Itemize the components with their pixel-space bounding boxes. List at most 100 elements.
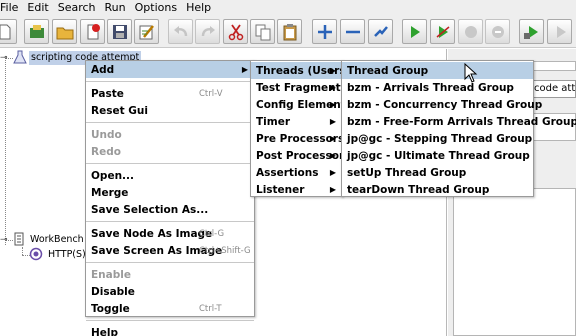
save-button[interactable] [107, 19, 132, 44]
threads-submenu: Thread Group bzm - Arrivals Thread Group… [341, 60, 576, 198]
menu-file[interactable]: File [0, 1, 23, 15]
expand-icon [317, 24, 332, 39]
menu-item-label: Paste [91, 87, 124, 100]
submenu-item-post-processors[interactable]: Post Processors ▶ [251, 147, 350, 164]
menu-item-label: Merge [91, 186, 129, 199]
submenu-item-concurrency-thread-group[interactable]: bzm - Concurrency Thread Group [342, 96, 542, 113]
stop-icon [464, 25, 477, 38]
menu-item-save-selection-as[interactable]: Save Selection As... [86, 201, 254, 218]
menu-item-paste[interactable]: Paste Ctrl-V [86, 85, 254, 102]
submenu-item-config-element[interactable]: Config Element ▶ [251, 96, 346, 113]
menu-item-label: Open... [91, 169, 135, 182]
menu-item-label: jp@gc - Ultimate Thread Group [347, 149, 530, 162]
menu-item-merge[interactable]: Merge [86, 184, 254, 201]
submenu-item-timer[interactable]: Timer ▶ [251, 113, 342, 130]
expand-handle-icon[interactable]: ⊸ [0, 53, 10, 63]
menu-edit[interactable]: Edit [27, 1, 53, 15]
cut-button[interactable] [223, 19, 248, 44]
menu-search[interactable]: Search [58, 1, 101, 15]
menu-help[interactable]: Help [186, 1, 216, 15]
toggle-button[interactable] [368, 19, 393, 44]
paste-icon [283, 23, 296, 40]
menu-item-shortcut: Ctrl-V [199, 88, 223, 99]
menu-item-help[interactable]: Help [86, 324, 254, 336]
expand-all-button[interactable] [312, 19, 337, 44]
menu-item-disable[interactable]: Disable [86, 283, 254, 300]
menu-item-label: Reset Gui [91, 104, 148, 117]
paste-button[interactable] [277, 19, 302, 44]
menu-item-label: Test Fragment [256, 81, 341, 94]
submenu-item-free-form-arrivals-thread-group[interactable]: bzm - Free-Form Arrivals Thread Group [342, 113, 576, 130]
menu-item-open[interactable]: Open... [86, 167, 254, 184]
close-button[interactable] [80, 19, 105, 44]
menu-item-label: Threads (Users) [256, 64, 351, 77]
menu-item-reset-gui[interactable]: Reset Gui [86, 102, 254, 119]
undo-icon [173, 25, 187, 36]
submenu-item-pre-processors[interactable]: Pre Processors ▶ [251, 130, 344, 147]
menu-item-label: Toggle [91, 302, 130, 315]
menu-item-add[interactable]: Add ▶ [86, 61, 254, 78]
menu-item-label: jp@gc - Stepping Thread Group [347, 132, 533, 145]
expand-handle-icon[interactable]: ⊸ [0, 235, 10, 245]
collapse-all-button[interactable] [340, 19, 365, 44]
toggle-icon [373, 25, 388, 37]
stop-button[interactable] [458, 19, 483, 44]
menu-item-label: bzm - Concurrency Thread Group [347, 98, 543, 111]
menu-item-label: Thread Group [347, 64, 429, 77]
test-plan-icon [13, 50, 27, 67]
recorder-icon [29, 247, 43, 264]
submenu-item-stepping-thread-group[interactable]: jp@gc - Stepping Thread Group [342, 130, 533, 147]
submenu-item-ultimate-thread-group[interactable]: jp@gc - Ultimate Thread Group [342, 147, 533, 164]
start-button[interactable] [402, 19, 427, 44]
remote-stop-button[interactable] [547, 19, 572, 44]
start-no-pauses-button[interactable] [430, 19, 455, 44]
submenu-item-threads-users[interactable]: Threads (Users) ▶ [251, 62, 350, 79]
submenu-item-test-fragment[interactable]: Test Fragment ▶ [251, 79, 342, 96]
remote-start-button[interactable] [519, 19, 544, 44]
submenu-arrow-icon: ▶ [329, 66, 336, 75]
menu-item-label: Enable [91, 268, 131, 281]
submenu-item-setup-thread-group[interactable]: setUp Thread Group [342, 164, 533, 181]
menu-separator [86, 81, 254, 82]
new-button[interactable] [0, 19, 17, 44]
menu-item-shortcut: Ctrl-T [199, 303, 222, 314]
copy-button[interactable] [250, 19, 275, 44]
submenu-item-teardown-thread-group[interactable]: tearDown Thread Group [342, 181, 533, 198]
submenu-arrow-icon: ▶ [329, 151, 336, 160]
name-field[interactable]: code atte [530, 80, 576, 98]
templates-button[interactable] [24, 19, 49, 44]
menu-item-label: bzm - Arrivals Thread Group [347, 81, 514, 94]
toolbar [0, 16, 576, 48]
menu-item-label: Save Selection As... [91, 203, 209, 216]
shutdown-button[interactable] [485, 19, 510, 44]
cut-icon [228, 23, 243, 40]
collapse-icon [345, 30, 360, 33]
menu-item-toggle[interactable]: Toggle Ctrl-T [86, 300, 254, 317]
menu-item-save-screen-as-image[interactable]: Save Screen As Image Ctrl+Shift-G [86, 242, 254, 259]
menu-separator [86, 122, 254, 123]
menu-item-save-node-as-image[interactable]: Save Node As Image Ctrl-G [86, 225, 254, 242]
save-as-button[interactable] [134, 19, 159, 44]
undo-button[interactable] [168, 19, 193, 44]
menu-item-undo[interactable]: Undo [86, 126, 254, 143]
submenu-item-assertions[interactable]: Assertions ▶ [251, 164, 342, 181]
workbench-icon [13, 232, 25, 249]
menu-separator [86, 163, 254, 164]
menu-item-enable[interactable]: Enable [86, 266, 254, 283]
submenu-arrow-icon: ▶ [329, 83, 336, 92]
menu-item-label: setUp Thread Group [347, 166, 467, 179]
menu-item-label: Help [91, 326, 119, 336]
open-button[interactable] [52, 19, 77, 44]
remote-stop-icon [556, 25, 566, 38]
redo-icon [201, 25, 215, 36]
submenu-item-arrivals-thread-group[interactable]: bzm - Arrivals Thread Group [342, 79, 533, 96]
menu-item-label: Redo [91, 145, 121, 158]
menu-options[interactable]: Options [135, 1, 182, 15]
menu-run[interactable]: Run [105, 1, 131, 15]
menu-item-redo[interactable]: Redo [86, 143, 254, 160]
menu-item-shortcut: Ctrl+Shift-G [199, 245, 251, 256]
redo-button[interactable] [195, 19, 220, 44]
submenu-item-thread-group[interactable]: Thread Group [342, 62, 533, 79]
submenu-item-listener[interactable]: Listener ▶ [251, 181, 342, 198]
menu-separator [86, 262, 254, 263]
